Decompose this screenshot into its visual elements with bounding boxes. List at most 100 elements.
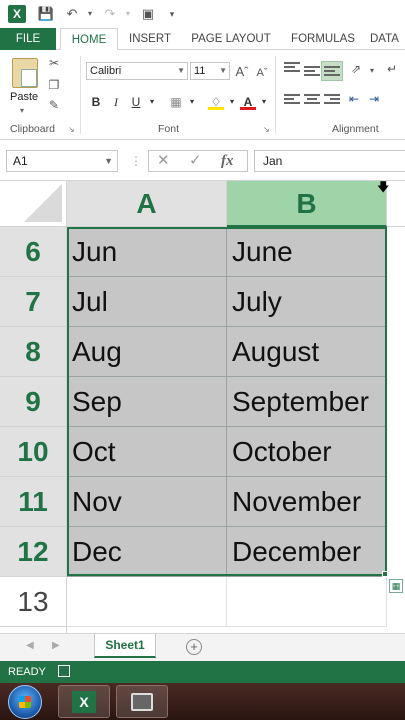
column-header-rest	[387, 181, 405, 227]
row-header[interactable]: 9	[0, 377, 67, 427]
undo-dropdown-icon[interactable]: ▾	[80, 5, 100, 23]
row-header[interactable]: 13	[0, 577, 67, 627]
cell-a9[interactable]: Sep	[67, 377, 227, 427]
row-header[interactable]: 6	[0, 227, 67, 277]
fill-color-dropdown-icon[interactable]: ▾	[224, 94, 240, 110]
status-bar: READY	[0, 661, 405, 683]
align-left-icon[interactable]	[284, 92, 300, 106]
bottom-align-icon[interactable]	[321, 61, 343, 81]
font-color-icon[interactable]: A	[240, 94, 256, 110]
customize-toolbar-icon[interactable]: ▾	[162, 5, 182, 23]
undo-icon[interactable]: ↶	[62, 5, 82, 23]
enter-icon[interactable]: ✓	[189, 151, 202, 171]
cell-b11[interactable]: November	[227, 477, 387, 527]
alignment-group-label: Alignment	[332, 123, 379, 135]
align-center-icon[interactable]	[304, 92, 320, 106]
paste-button-label[interactable]: Paste	[10, 91, 38, 103]
add-sheet-icon[interactable]: +	[186, 639, 202, 655]
font-group-label: Font	[158, 123, 180, 135]
formula-input[interactable]: Jan	[254, 150, 405, 172]
row-header[interactable]: 7	[0, 277, 67, 327]
sheet-next-icon[interactable]: ▶	[52, 640, 60, 651]
column-header-a[interactable]: A	[67, 181, 227, 227]
underline-button[interactable]: U	[128, 94, 144, 110]
cell-a8[interactable]: Aug	[67, 327, 227, 377]
redo-icon[interactable]: ↷	[100, 5, 120, 23]
tab-home[interactable]: HOME	[60, 28, 118, 51]
cell-a10[interactable]: Oct	[67, 427, 227, 477]
row-header[interactable]: 12	[0, 527, 67, 577]
decrease-font-icon[interactable]: Aˇ	[254, 66, 270, 80]
quick-analysis-icon[interactable]: ▦	[389, 579, 403, 593]
save-icon[interactable]: 💾	[36, 5, 56, 23]
underline-dropdown-icon[interactable]: ▾	[144, 94, 160, 110]
tab-insert[interactable]: INSERT	[122, 28, 178, 50]
font-name-select[interactable]: Calibri ▼	[86, 62, 188, 80]
excel-logo-icon: X	[8, 5, 26, 23]
tab-file[interactable]: FILE	[0, 28, 56, 50]
wrap-text-icon[interactable]: ↵	[384, 62, 400, 76]
select-all-corner[interactable]	[0, 181, 67, 227]
sheet-prev-icon[interactable]: ◀	[26, 640, 34, 651]
cell-a12[interactable]: Dec	[67, 527, 227, 577]
sheet-tab-sheet1[interactable]: Sheet1	[94, 634, 156, 658]
cut-icon[interactable]: ✂	[46, 56, 62, 70]
ribbon-separator	[80, 56, 81, 134]
tab-data[interactable]: DATA	[370, 28, 405, 50]
cell-a6[interactable]: Jun	[67, 227, 227, 277]
excel-app-icon: X	[72, 691, 96, 713]
cursor-down-arrow-icon: 🡇	[377, 180, 390, 194]
orientation-dropdown-icon[interactable]: ▾	[364, 64, 380, 78]
italic-button[interactable]: I	[108, 94, 124, 110]
cell-b8[interactable]: August	[227, 327, 387, 377]
format-painter-icon[interactable]: ✎	[46, 98, 62, 112]
clipboard-launcher-icon[interactable]: ↘	[68, 125, 75, 134]
align-right-icon[interactable]	[324, 92, 340, 106]
top-align-icon[interactable]	[284, 60, 300, 74]
quick-access-toolbar: X 💾 ↶ ▾ ↷ ▾ ▣ ▾	[0, 0, 405, 28]
redo-dropdown-icon[interactable]: ▾	[118, 5, 138, 23]
cell-b7[interactable]: July	[227, 277, 387, 327]
font-launcher-icon[interactable]: ↘	[263, 125, 270, 134]
cell-b9[interactable]: September	[227, 377, 387, 427]
font-size-select[interactable]: 11 ▼	[190, 62, 230, 80]
paste-icon[interactable]	[12, 58, 38, 88]
taskbar-excel-button[interactable]: X	[58, 685, 110, 718]
copy-icon[interactable]: ❐	[46, 78, 62, 92]
chevron-down-icon: ▼	[177, 66, 185, 75]
fill-handle[interactable]	[382, 571, 388, 577]
start-button[interactable]	[8, 685, 42, 719]
cancel-icon[interactable]: ✕	[157, 151, 170, 171]
borders-icon[interactable]: ▦	[168, 94, 184, 110]
middle-align-icon[interactable]	[304, 64, 320, 78]
tab-page-layout[interactable]: PAGE LAYOUT	[184, 28, 278, 50]
taskbar-recorder-button[interactable]	[116, 685, 168, 718]
font-size-value: 11	[194, 65, 206, 77]
cell-b12[interactable]: December	[227, 527, 387, 577]
font-color-dropdown-icon[interactable]: ▾	[256, 94, 272, 110]
cell-a7[interactable]: Jul	[67, 277, 227, 327]
name-box-value: A1	[13, 154, 28, 168]
bold-button[interactable]: B	[88, 94, 104, 110]
row-header[interactable]: 10	[0, 427, 67, 477]
name-box[interactable]: A1 ▼	[6, 150, 118, 172]
cell-b6[interactable]: June	[227, 227, 387, 277]
fill-color-icon[interactable]: ♢	[208, 94, 224, 110]
camera-icon[interactable]: ▣	[138, 5, 158, 23]
decrease-indent-icon[interactable]: ⇤	[346, 92, 362, 106]
borders-dropdown-icon[interactable]: ▾	[184, 94, 200, 110]
column-header-b[interactable]: B	[227, 181, 387, 227]
cell-a13[interactable]	[67, 577, 227, 627]
cell-a11[interactable]: Nov	[67, 477, 227, 527]
tab-formulas[interactable]: FORMULAS	[284, 28, 362, 50]
cell-b10[interactable]: October	[227, 427, 387, 477]
cell-b13[interactable]	[227, 577, 387, 627]
orientation-icon[interactable]: ⇗	[348, 62, 364, 76]
row-header[interactable]: 11	[0, 477, 67, 527]
macro-record-icon[interactable]	[58, 665, 70, 677]
insert-function-button[interactable]: fx	[221, 151, 234, 171]
increase-indent-icon[interactable]: ⇥	[366, 92, 382, 106]
increase-font-icon[interactable]: Aˆ	[234, 65, 250, 79]
paste-dropdown-icon[interactable]: ▾	[20, 106, 24, 115]
row-header[interactable]: 8	[0, 327, 67, 377]
